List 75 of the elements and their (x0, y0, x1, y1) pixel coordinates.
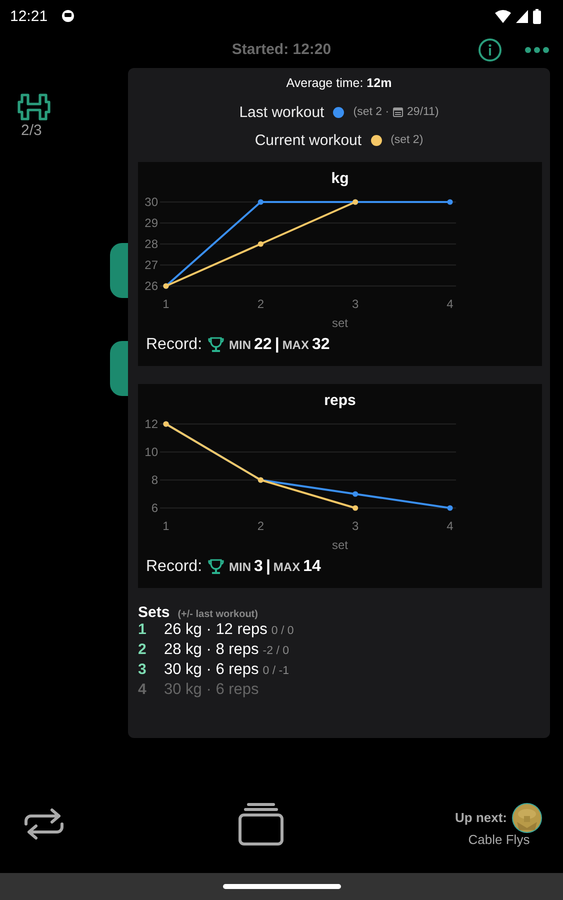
min-value: 22 (254, 336, 272, 354)
started-time: Started: 12:20 (232, 41, 332, 58)
x-axis-label: set (332, 316, 348, 330)
chart-title: kg (330, 170, 350, 189)
set-difference: 0 / -1 (262, 665, 289, 677)
dumbbell-icon (17, 92, 51, 122)
set-difference: -2 / 0 (262, 645, 289, 657)
min-label: MIN (229, 560, 252, 574)
y-tick-label: 26 (144, 279, 158, 293)
sets-subtitle: (+/- last workout) (178, 609, 258, 620)
max-value: 14 (303, 558, 321, 576)
sets-title: Sets (138, 604, 170, 621)
exercise-count: 2/3 (21, 122, 42, 139)
point (352, 491, 358, 497)
stack-icon[interactable] (238, 802, 284, 846)
chart-title: reps (323, 392, 357, 411)
min-value: 3 (254, 558, 263, 576)
max-value: 32 (312, 336, 330, 354)
point (447, 505, 453, 511)
x-tick-label: 4 (446, 519, 454, 533)
notification-icon (60, 9, 75, 23)
swap-icon[interactable] (22, 807, 66, 841)
info-icon[interactable] (478, 38, 502, 62)
set-difference: 0 / 0 (271, 625, 294, 637)
max-label: MAX (282, 338, 309, 352)
home-handle[interactable] (222, 884, 340, 889)
status-time: 12:21 (10, 8, 48, 24)
record-separator: | (274, 336, 280, 354)
legend-detail: (set 2) (390, 134, 424, 146)
max-label: MAX (273, 560, 300, 574)
drawer-handle[interactable] (110, 341, 128, 396)
drawer-handle[interactable] (110, 243, 128, 298)
more-icon[interactable] (524, 46, 550, 54)
set-summary: 28 kg · 8 reps (164, 641, 259, 659)
y-tick-label: 10 (144, 445, 158, 459)
legend-label: Last workout (239, 104, 324, 120)
y-tick-label: 8 (151, 473, 158, 487)
record-label: Record: (146, 558, 202, 576)
x-tick-label: 1 (162, 297, 170, 311)
x-tick-label: 2 (257, 519, 264, 533)
record-separator: | (266, 558, 270, 576)
y-tick-label: 6 (151, 501, 158, 515)
record-label: Record: (146, 336, 202, 354)
average-time: Average time: 12m (285, 76, 393, 90)
x-tick-label: 3 (352, 297, 359, 311)
x-tick-label: 2 (257, 297, 264, 311)
point (352, 505, 358, 511)
set-summary: 30 kg · 6 reps (164, 681, 259, 699)
signal-icon (516, 10, 528, 22)
trophy-icon (208, 337, 224, 353)
legend-detail: (set 2 · (353, 106, 390, 118)
next-exercise-name[interactable]: Cable Flys (468, 832, 530, 846)
legend-date: 29/11) (407, 106, 439, 118)
min-label: MIN (229, 338, 252, 352)
legend-label: Current workout (254, 132, 362, 148)
set-summary: 30 kg · 6 reps (164, 661, 259, 679)
x-tick-label: 3 (352, 519, 359, 533)
trophy-icon (208, 559, 224, 575)
up-next-label: Up next: (455, 810, 507, 825)
set-summary: 26 kg · 12 reps (164, 621, 268, 639)
x-tick-label: 4 (446, 297, 454, 311)
y-tick-label: 12 (144, 417, 158, 431)
set-number: 4 (138, 681, 148, 698)
y-tick-label: 29 (144, 216, 158, 230)
x-tick-label: 1 (162, 519, 170, 533)
battery-icon (533, 8, 541, 24)
y-tick-label: 27 (144, 258, 158, 272)
wifi-icon (495, 10, 511, 22)
x-axis-label: set (332, 538, 348, 552)
set-number: 1 (138, 621, 148, 638)
y-tick-label: 30 (144, 195, 158, 209)
set-number: 2 (138, 641, 148, 658)
y-tick-label: 28 (144, 237, 158, 251)
calendar-icon (393, 107, 404, 117)
set-number: 3 (138, 661, 148, 678)
